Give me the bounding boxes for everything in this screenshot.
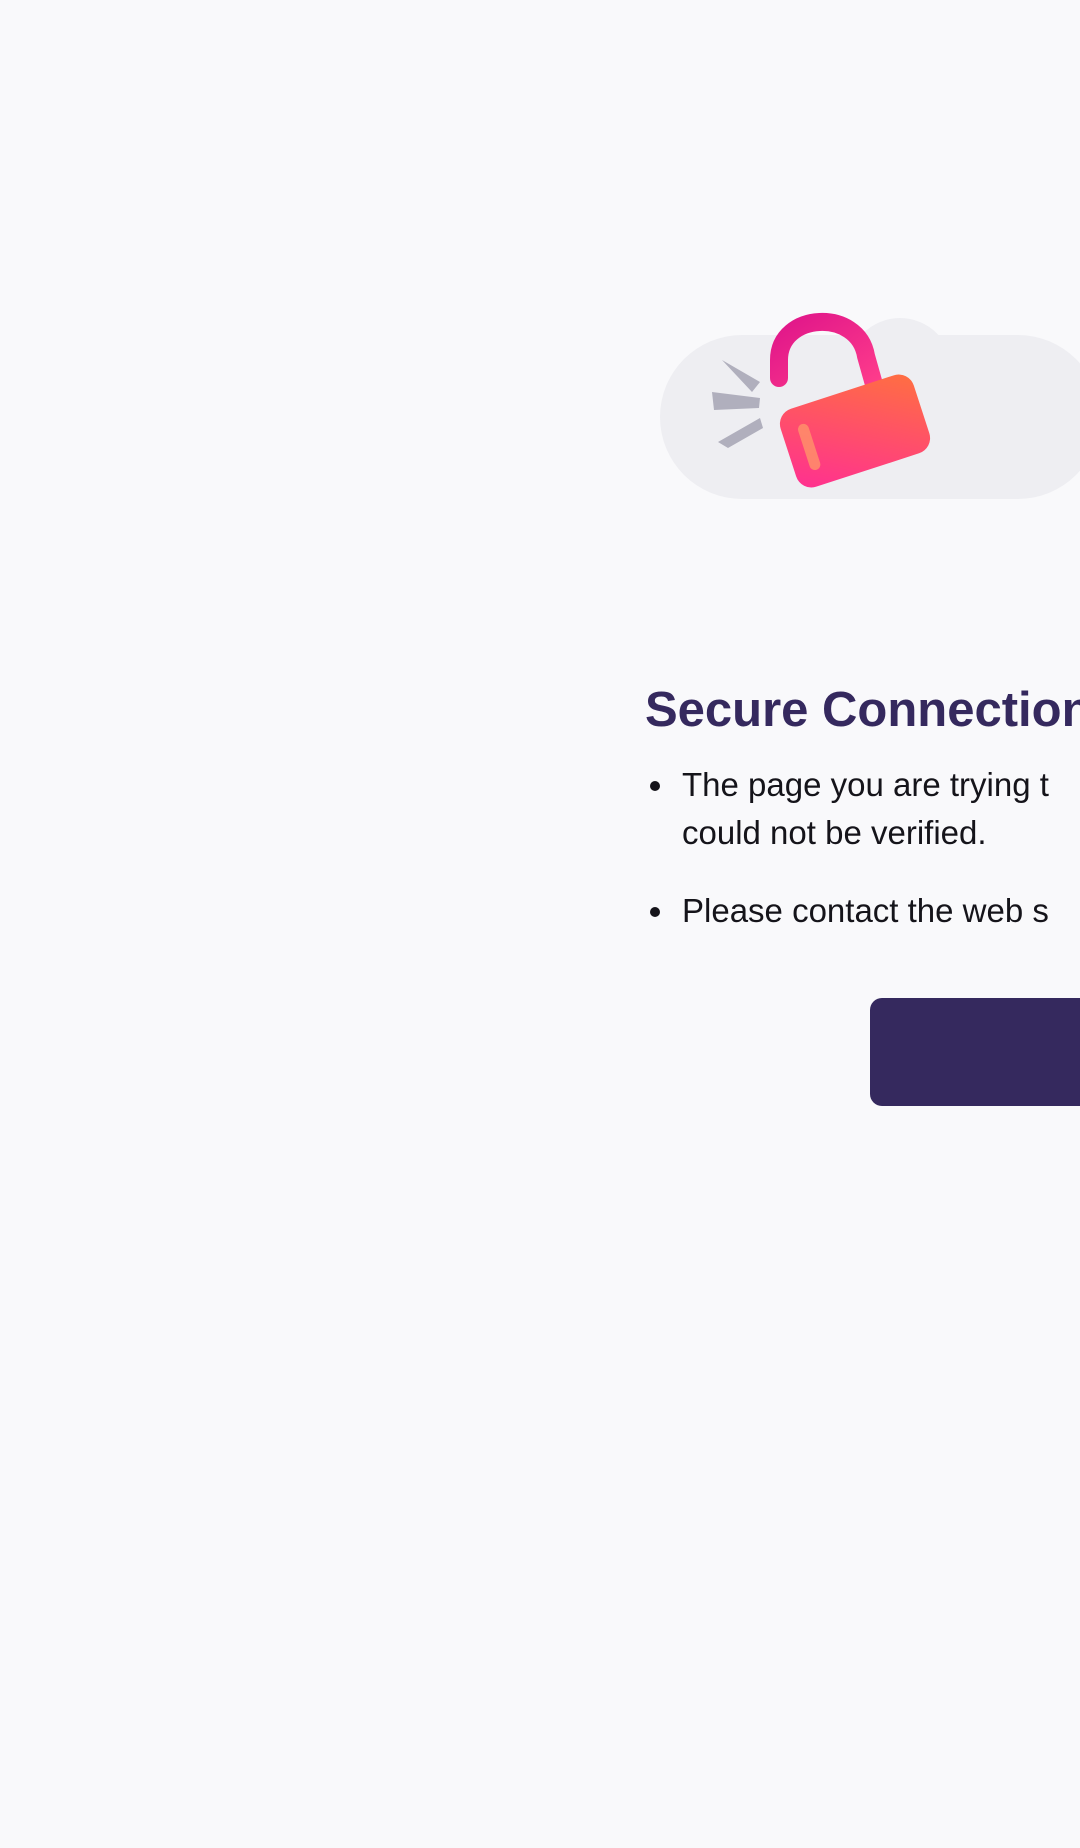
page-title: Secure Connection [645,683,1080,737]
broken-lock-icon [660,313,1080,499]
error-content: Secure Connection The page you are tryin… [645,680,1080,935]
primary-action-button[interactable] [870,998,1080,1106]
bullet-line: Please contact the web s [682,892,1049,929]
list-item: Please contact the web s [645,887,1080,935]
error-page: Secure Connection The page you are tryin… [0,0,1080,1848]
bullet-icon [650,907,660,917]
error-details-list: The page you are trying t could not be v… [645,761,1080,935]
broken-lock-illustration [600,300,1080,540]
list-item: The page you are trying t could not be v… [645,761,1080,857]
bullet-icon [650,781,660,791]
bullet-line: The page you are trying t [682,766,1049,803]
bullet-line: could not be verified. [682,814,987,851]
